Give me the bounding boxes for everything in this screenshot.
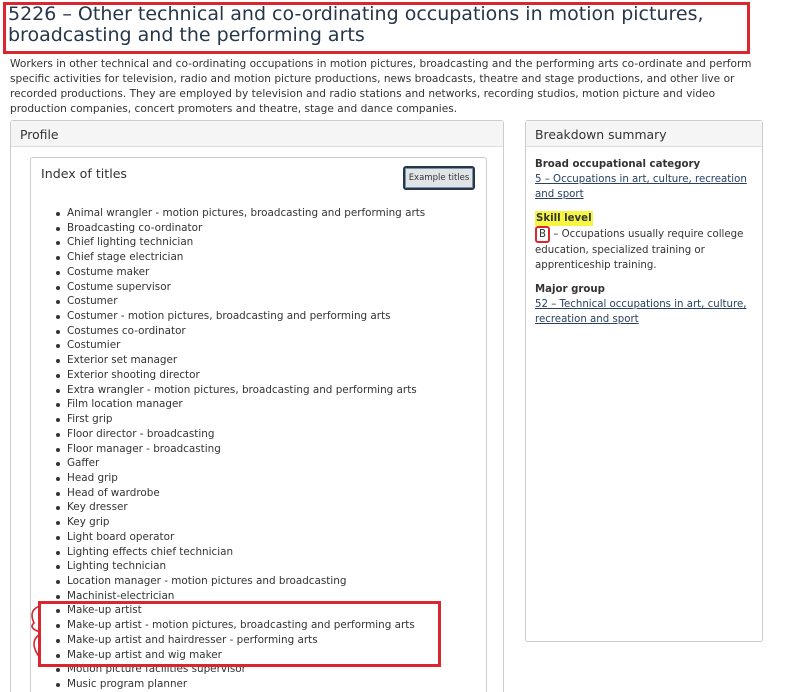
major-group-section: Major group 52 – Technical occupations i… (535, 282, 753, 327)
title-list-item: Lighting technician (55, 559, 425, 574)
occupation-description: Workers in other technical and co-ordina… (10, 58, 752, 115)
skill-level-label: Skill level (535, 211, 593, 226)
title-list-item: Gaffer (55, 456, 425, 471)
title-list-item: Music program planner (55, 677, 425, 692)
title-list-item: Location manager - motion pictures and b… (55, 574, 425, 589)
breakdown-summary-panel: Breakdown summary Broad occupational cat… (525, 120, 763, 642)
title-list-item: Costumer (55, 294, 425, 309)
title-list-item: Exterior set manager (55, 353, 425, 368)
bracket-annotation (31, 605, 41, 659)
title-list-item: Costumer - motion pictures, broadcasting… (55, 309, 425, 324)
title-list-item: Light board operator (55, 530, 425, 545)
broad-category-section: Broad occupational category 5 – Occupati… (535, 157, 753, 202)
title-list-item: Head grip (55, 471, 425, 486)
skill-level-description: – Occupations usually require college ed… (535, 229, 744, 271)
title-list-item: Chief lighting technician (55, 235, 425, 250)
title-list-item: Head of wardrobe (55, 486, 425, 501)
title-list-item: Chief stage electrician (55, 250, 425, 265)
make-up-annotation-box (38, 601, 441, 667)
skill-level-section: Skill level B – Occupations usually requ… (535, 211, 753, 273)
title-list-item: Floor director - broadcasting (55, 427, 425, 442)
title-annotation-box (3, 2, 750, 54)
title-list-item: Animal wrangler - motion pictures, broad… (55, 207, 426, 219)
profile-heading: Profile (11, 121, 503, 147)
title-list-item: Film location manager (55, 397, 425, 412)
major-group-label: Major group (535, 284, 605, 295)
title-list-item: Broadcasting co-ordinator (55, 221, 425, 236)
major-group-link[interactable]: 52 – Technical occupations in art, cultu… (535, 299, 746, 325)
title-list-item: Costumes co-ordinator (55, 324, 425, 339)
title-list-item: Costume maker (55, 265, 425, 280)
title-list-item: Lighting effects chief technician (55, 545, 425, 560)
broad-category-link[interactable]: 5 – Occupations in art, culture, recreat… (535, 174, 747, 200)
title-list-item: Extra wrangler - motion pictures, broadc… (55, 383, 425, 398)
title-list-item: First grip (55, 412, 425, 427)
title-list-item: Floor manager - broadcasting (55, 442, 425, 457)
broad-category-label: Broad occupational category (535, 159, 701, 170)
index-of-titles-heading: Index of titles (41, 166, 127, 181)
title-list-item: Key dresser (55, 500, 425, 515)
title-list-item: Costumier (55, 338, 425, 353)
title-list-item: Costume supervisor (55, 280, 425, 295)
skill-level-code: B (535, 226, 550, 243)
title-list-item: Exterior shooting director (55, 368, 425, 383)
example-titles-button[interactable]: Example titles (403, 166, 475, 190)
title-list-item: Key grip (55, 515, 425, 530)
breakdown-heading: Breakdown summary (526, 121, 762, 147)
